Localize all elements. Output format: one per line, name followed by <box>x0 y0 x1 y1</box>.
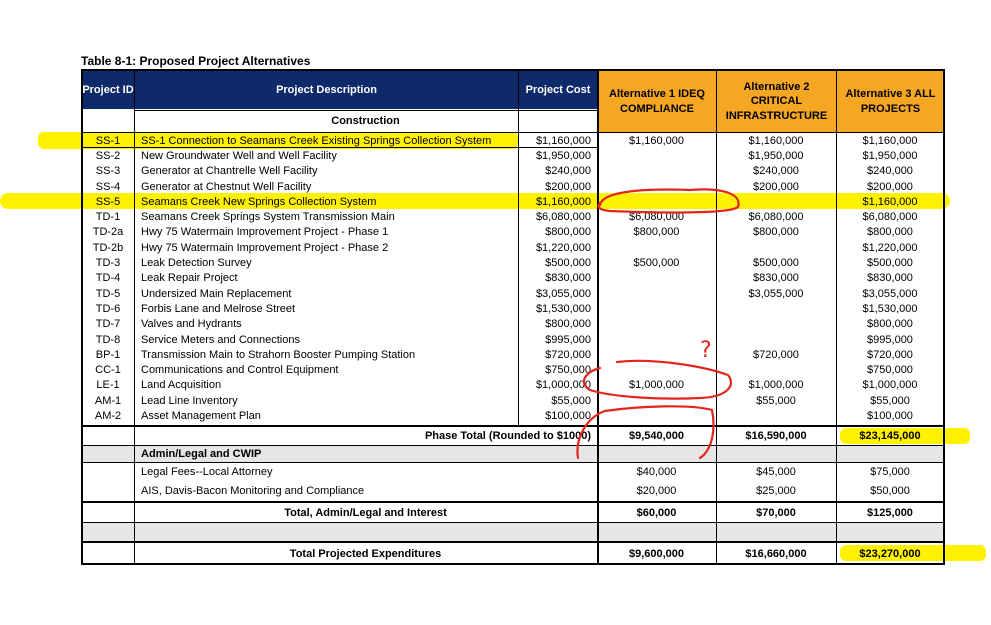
red-ink-stroke <box>597 188 740 214</box>
red-ink-stroke <box>582 359 733 400</box>
red-ink-annotations: ? <box>576 188 740 460</box>
document-page: Table 8-1: Proposed Project Alternatives… <box>0 0 991 625</box>
question-mark-annotation: ? <box>700 338 712 363</box>
alternatives-table: Project ID Project Description Project Cos… <box>0 0 991 625</box>
red-ink-stroke <box>576 405 715 460</box>
